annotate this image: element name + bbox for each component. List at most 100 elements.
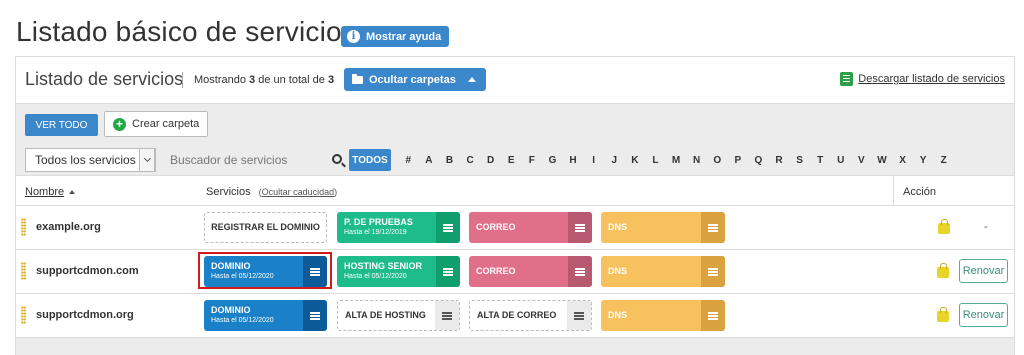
search-icon[interactable] [332, 154, 342, 164]
letter-filter-item[interactable]: X [892, 155, 913, 166]
plus-icon: + [113, 117, 126, 131]
sort-by-name[interactable]: Nombre [25, 186, 76, 198]
letter-filter-item[interactable]: D [480, 155, 501, 166]
drag-handle-icon[interactable] [21, 306, 26, 324]
add-mail-service[interactable]: ALTA DE CORREO [469, 300, 592, 331]
create-folder-label: Crear carpeta [132, 118, 200, 130]
letter-filter-item[interactable]: H [563, 155, 584, 166]
service-filter-select[interactable]: Todos los servicios [25, 148, 156, 172]
column-name: Nombre [25, 186, 65, 198]
folder-icon [352, 73, 363, 84]
letter-filter-item[interactable]: K [625, 155, 646, 166]
spreadsheet-icon [840, 72, 854, 86]
column-divider [893, 176, 894, 207]
letter-filter-item[interactable]: # [398, 155, 419, 166]
register-domain-service[interactable]: REGISTRAR EL DOMINIO [204, 212, 327, 243]
dns-service[interactable]: DNS [601, 212, 725, 243]
show-help-button[interactable]: i Mostrar ayuda [341, 26, 450, 47]
menu-icon[interactable] [701, 300, 725, 331]
domain-name[interactable]: example.org [36, 221, 101, 233]
menu-icon[interactable] [568, 256, 592, 287]
menu-icon[interactable] [435, 301, 459, 330]
letter-filter-item[interactable]: L [645, 155, 666, 166]
show-help-label: Mostrar ayuda [366, 30, 442, 43]
dns-service[interactable]: DNS [601, 256, 725, 287]
renew-button[interactable]: Renovar [959, 259, 1008, 283]
letter-filter-item[interactable]: F [522, 155, 543, 166]
header-divider [182, 72, 183, 88]
page-title: Listado básico de servicios [16, 16, 357, 47]
domain-service[interactable]: DOMINIO Hasta el 05/12/2020 [204, 300, 327, 331]
no-action: - [984, 221, 988, 233]
letter-filter-item[interactable]: J [604, 155, 625, 166]
download-services-link[interactable]: Descargar listado de servicios [840, 72, 1005, 86]
column-action: Acción [903, 186, 937, 198]
dns-service[interactable]: DNS [601, 300, 725, 331]
letter-filter-item[interactable]: E [501, 155, 522, 166]
menu-icon[interactable] [567, 301, 591, 330]
letter-filter-item[interactable]: O [707, 155, 728, 166]
service-search-input[interactable]: Buscador de servicios [162, 148, 342, 172]
view-all-button[interactable]: VER TODO [25, 114, 98, 136]
letter-filter-item[interactable]: W [872, 155, 893, 166]
mail-service[interactable]: CORREO [469, 256, 592, 287]
menu-icon[interactable] [303, 300, 327, 331]
drag-handle-icon[interactable] [21, 262, 26, 280]
letter-filter-item[interactable]: T [810, 155, 831, 166]
results-count: Mostrando 3 de un total de 3 [194, 74, 335, 86]
hosting-service[interactable]: HOSTING SENIOR Hasta el 05/12/2020 [337, 256, 460, 287]
column-services: Servicios (Ocultar caducidad) [206, 186, 338, 198]
letter-filter-item[interactable]: Y [913, 155, 934, 166]
service-search-placeholder: Buscador de servicios [170, 153, 288, 167]
panel-title: Listado de servicios [25, 69, 184, 89]
shopping-bag-icon[interactable] [937, 307, 949, 322]
create-folder-button[interactable]: + Crear carpeta [104, 111, 209, 137]
letter-filter-item[interactable]: S [789, 155, 810, 166]
shopping-bag-icon[interactable] [937, 263, 949, 278]
menu-icon[interactable] [701, 256, 725, 287]
add-hosting-service[interactable]: ALTA DE HOSTING [337, 300, 460, 331]
renew-button[interactable]: Renovar [959, 303, 1008, 327]
table-footer [16, 338, 1014, 355]
domain-name[interactable]: supportcdmon.com [36, 265, 139, 277]
drag-handle-icon[interactable] [21, 218, 26, 236]
mail-service[interactable]: CORREO [469, 212, 592, 243]
letter-filter-item[interactable]: M [666, 155, 687, 166]
service-filter-value: Todos los servicios [35, 153, 136, 167]
letter-filter: # A B C D E F G H I J K L M N O P Q R S T U V W X Y Z [398, 149, 954, 171]
table-row: example.org REGISTRAR EL DOMINIO P. DE P… [16, 206, 1014, 250]
highlight-box [198, 252, 332, 289]
hosting-service[interactable]: P. DE PRUEBAS Hasta el 19/12/2019 [337, 212, 460, 243]
letter-filter-item[interactable]: I [583, 155, 604, 166]
letter-filter-item[interactable]: A [419, 155, 440, 166]
letter-filter-item[interactable]: R [769, 155, 790, 166]
menu-icon[interactable] [436, 212, 460, 243]
hide-folders-button[interactable]: Ocultar carpetas [344, 68, 486, 91]
letter-filter-item[interactable]: Q [748, 155, 769, 166]
panel-header: Listado de servicios Mostrando 3 de un t… [16, 57, 1014, 103]
download-services-label: Descargar listado de servicios [858, 73, 1005, 85]
shopping-bag-icon[interactable] [938, 219, 950, 234]
hide-folders-label: Ocultar carpetas [369, 73, 456, 86]
letter-filter-item[interactable]: P [728, 155, 749, 166]
table-row: supportcdmon.org DOMINIO Hasta el 05/12/2… [16, 294, 1014, 338]
letter-filter-item[interactable]: C [460, 155, 481, 166]
letter-filter-item[interactable]: G [542, 155, 563, 166]
menu-icon[interactable] [701, 212, 725, 243]
table-header: Nombre Servicios (Ocultar caducidad) Acci… [16, 175, 1014, 207]
sort-asc-icon [69, 190, 76, 194]
menu-icon[interactable] [568, 212, 592, 243]
hide-expiry-toggle[interactable]: (Ocultar caducidad) [259, 187, 338, 197]
info-icon: i [347, 30, 360, 43]
letter-filter-item[interactable]: U [830, 155, 851, 166]
letter-filter-item[interactable]: V [851, 155, 872, 166]
chevron-down-icon[interactable] [139, 148, 155, 172]
table-row: supportcdmon.com DOMINIO Hasta el 05/12/2… [16, 250, 1014, 294]
letter-filter-item[interactable]: B [439, 155, 460, 166]
menu-icon[interactable] [436, 256, 460, 287]
filter-all-letters[interactable]: TODOS [349, 149, 391, 171]
domain-name[interactable]: supportcdmon.org [36, 309, 134, 321]
letter-filter-item[interactable]: N [686, 155, 707, 166]
letter-filter-item[interactable]: Z [933, 155, 954, 166]
caret-up-icon [467, 77, 476, 82]
